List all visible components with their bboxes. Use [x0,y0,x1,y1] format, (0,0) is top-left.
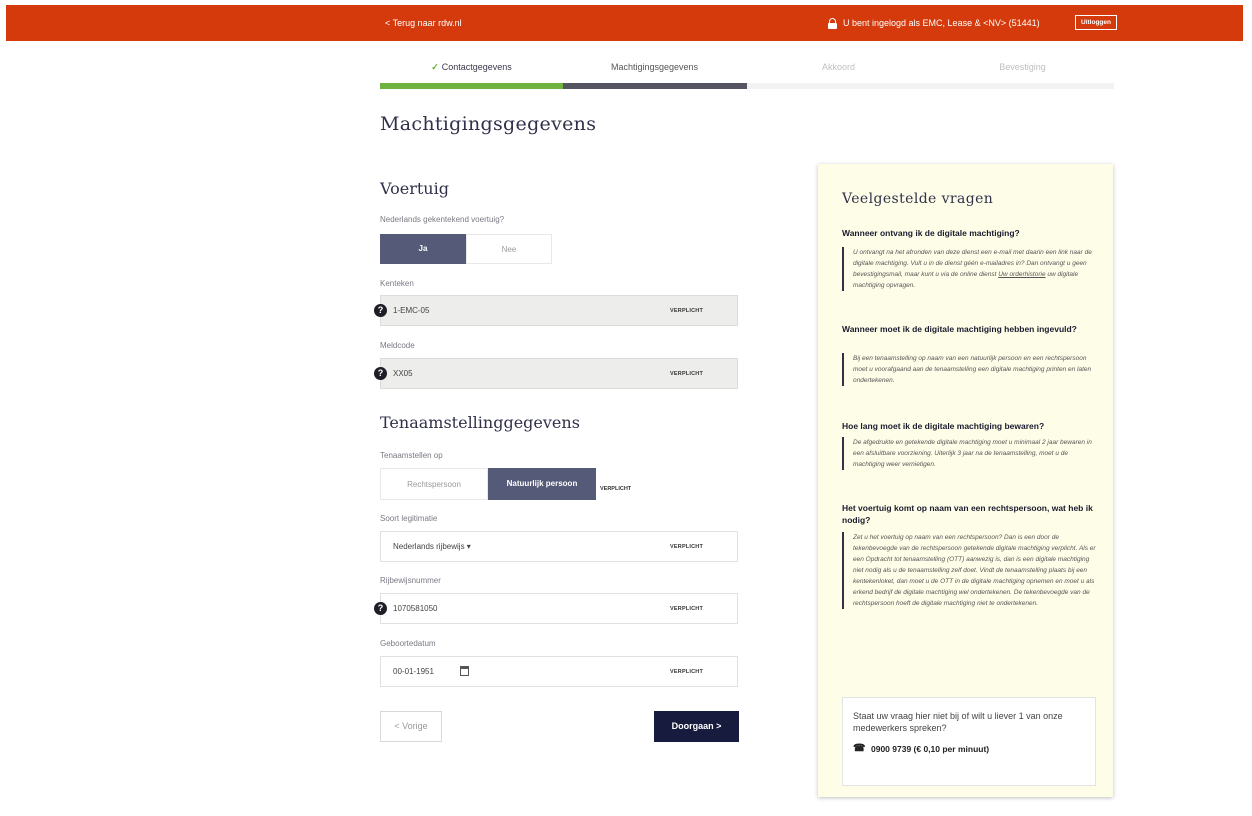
step-bevestiging: Bevestiging [931,62,1114,72]
plate-field[interactable]: ? 1-EMC-05 VERPLICHT [374,295,738,326]
help-icon[interactable]: ? [374,304,387,317]
faq-answer: Zet u het voertuig op naam van een recht… [842,532,1101,609]
check-icon: ✓ [431,62,439,72]
login-info: U bent ingelogd als EMC, Lease & <NV> (5… [828,18,1040,29]
progress-bar [380,83,1114,89]
required-badge: VERPLICHT [670,371,703,377]
plate-label: Kenteken [380,279,414,288]
required-badge: VERPLICHT [670,308,703,314]
step-label: Bevestiging [999,62,1046,72]
phone-icon: ☎ [853,743,866,754]
calendar-icon[interactable] [460,666,469,676]
step-akkoord: Akkoord [747,62,930,72]
step-label: Machtigingsgegevens [610,62,699,72]
required-badge: VERPLICHT [670,544,703,550]
progress-completed [380,83,563,89]
order-history-link[interactable]: Uw orderhistorie [998,271,1045,278]
top-bar: < Terug naar rdw.nl U bent ingelogd als … [6,5,1243,41]
registration-type-label: Tenaamstellen op [380,451,443,460]
yes-option[interactable]: Ja [380,234,466,264]
required-badge: VERPLICHT [670,669,703,675]
phone-number[interactable]: 0900 9739 (€ 0,10 per minuut) [871,744,989,754]
contact-phone: ☎ 0900 9739 (€ 0,10 per minuut) [853,743,1095,755]
license-label: Rijbewijsnummer [380,576,441,585]
id-type-value: Nederlands rijbewijs ▾ [393,542,471,551]
faq-question: Wanneer moet ik de digitale machtiging h… [842,324,1077,334]
registration-heading: Tenaamstellinggegevens [380,413,580,432]
plate-value: 1-EMC-05 [393,306,430,315]
code-value: XX05 [393,369,413,378]
vehicle-heading: Voertuig [380,179,449,198]
dutch-vehicle-toggle: Ja Nee [380,234,552,264]
code-field[interactable]: ? XX05 VERPLICHT [374,358,738,389]
help-icon[interactable]: ? [374,367,387,380]
id-type-select[interactable]: Nederlands rijbewijs ▾ VERPLICHT [380,531,738,562]
step-label: Akkoord [821,62,856,72]
faq-question: Het voertuig komt op naam van een rechts… [842,503,1093,525]
dob-value: 00-01-1951 [393,667,434,676]
faq-answer: U ontvangt na het afronden van deze dien… [842,247,1101,291]
page-title: Machtigingsgegevens [380,113,597,135]
code-label: Meldcode [380,341,415,350]
back-to-rdw-link[interactable]: < Terug naar rdw.nl [385,18,462,28]
required-badge: VERPLICHT [600,486,632,492]
progress-stepper: ✓ Contactgegevens Machtigingsgegevens Akk… [380,56,1114,89]
faq-question: Hoe lang moet ik de digitale machtiging … [842,421,1045,431]
registration-type-toggle: Rechtspersoon Natuurlijk persoon [380,468,596,500]
company-option[interactable]: Rechtspersoon [380,468,488,500]
help-icon[interactable]: ? [374,602,387,615]
step-label: Contactgegevens [441,62,512,72]
dob-label: Geboortedatum [380,639,436,648]
logout-button[interactable]: Uitloggen [1075,15,1117,30]
previous-button[interactable]: < Vorige [380,711,442,742]
person-option[interactable]: Natuurlijk persoon [488,468,596,500]
login-text: U bent ingelogd als EMC, Lease & <NV> (5… [843,18,1040,28]
dob-input[interactable]: 00-01-1951 VERPLICHT [380,656,738,687]
progress-current [563,83,747,89]
required-badge: VERPLICHT [670,606,703,612]
faq-panel: Veelgestelde vragen Wanneer ontvang ik d… [818,164,1113,797]
step-contactgegevens: ✓ Contactgegevens [380,62,563,73]
license-value: 1070581050 [393,604,438,613]
step-machtigingsgegevens: Machtigingsgegevens [563,62,746,72]
faq-answer: De afgedrukte en getekende digitale mach… [842,437,1101,470]
id-type-label: Soort legitimatie [380,514,438,523]
dutch-vehicle-label: Nederlands gekentekend voertuig? [380,215,505,224]
no-option[interactable]: Nee [466,234,552,264]
faq-question: Wanneer ontvang ik de digitale machtigin… [842,228,1020,238]
faq-title: Veelgestelde vragen [842,191,994,207]
contact-text: Staat uw vraag hier niet bij of wilt u l… [853,711,1063,733]
continue-button[interactable]: Doorgaan > [654,711,739,742]
faq-answer: Bij een tenaamstelling op naam van een n… [842,353,1101,386]
lock-icon [828,18,837,29]
license-input[interactable]: ? 1070581050 VERPLICHT [374,593,738,624]
contact-box: Staat uw vraag hier niet bij of wilt u l… [842,697,1096,786]
